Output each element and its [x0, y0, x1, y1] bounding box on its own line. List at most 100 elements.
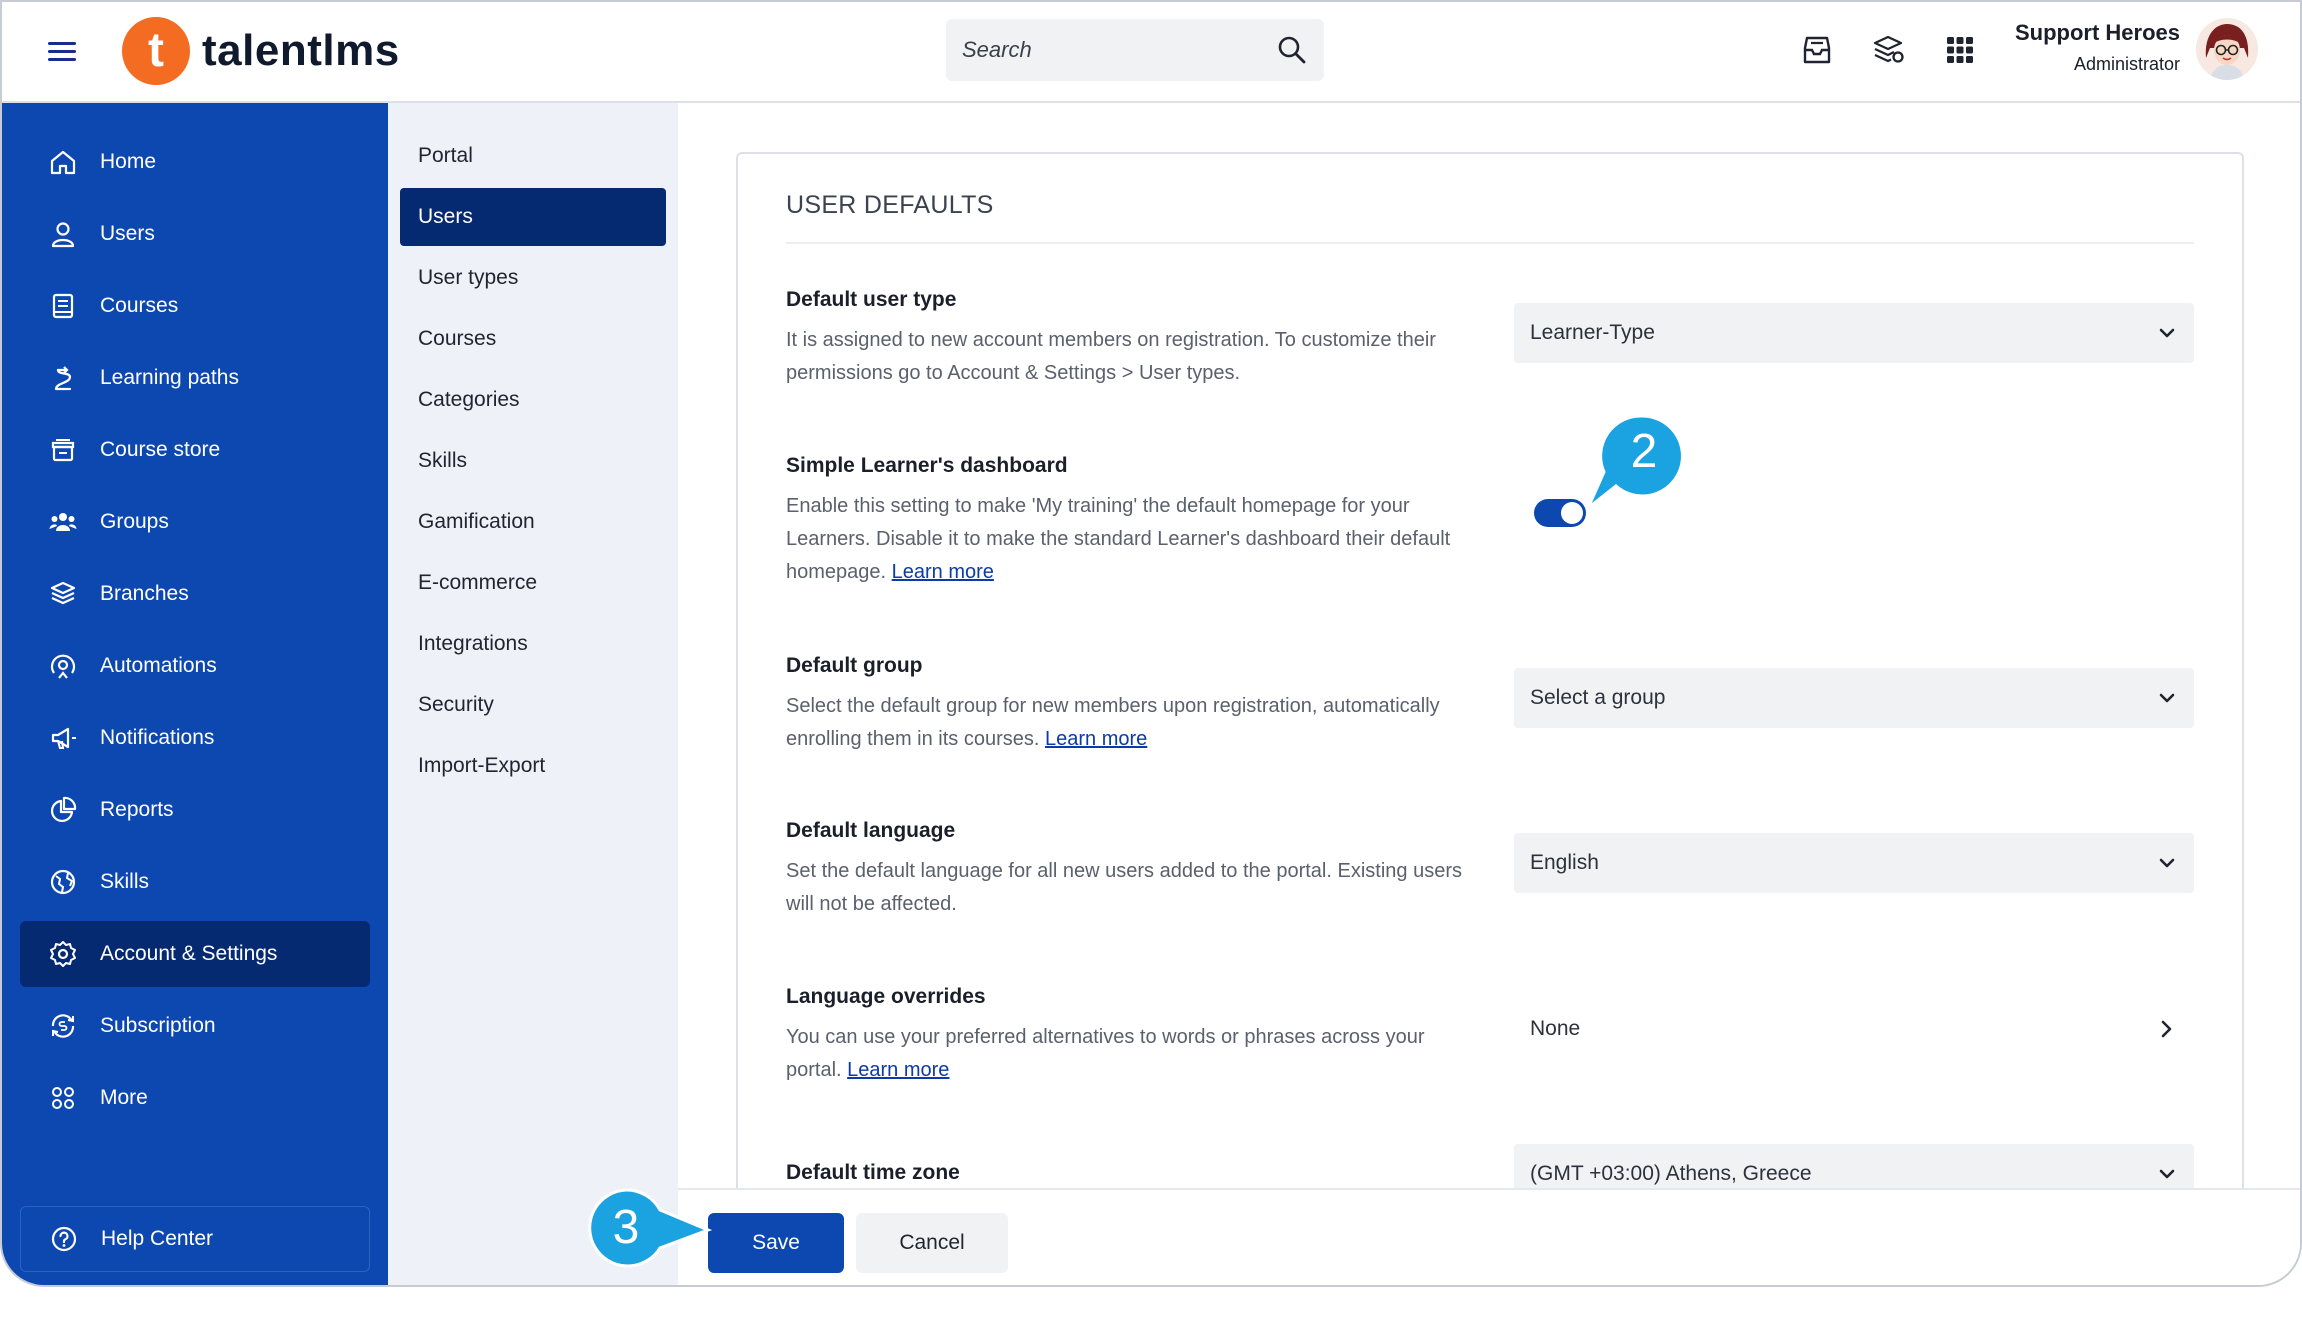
brand-logo[interactable]: t talentlms — [122, 16, 400, 86]
sidebar-item-label: Groups — [100, 510, 169, 533]
submenu-item-skills[interactable]: Skills — [400, 432, 666, 490]
setting-simple-learner-dashboard: Simple Learner's dashboard Enable this s… — [786, 454, 1476, 589]
layers-icon — [50, 581, 76, 605]
sidebar-item-label: Home — [100, 150, 157, 173]
toggle-knob — [1561, 502, 1583, 524]
home-icon — [50, 150, 76, 175]
language-overrides-row[interactable]: None — [1514, 999, 2194, 1059]
submenu-item-courses[interactable]: Courses — [400, 310, 666, 368]
step-2-number: 2 — [1630, 425, 1658, 478]
sidebar-item-automations[interactable]: Automations — [20, 633, 370, 699]
submenu-item-user-types[interactable]: User types — [400, 249, 666, 307]
search-input[interactable] — [962, 37, 1276, 63]
globe-icon — [50, 869, 76, 895]
select-value: English — [1530, 851, 1599, 874]
user-icon — [51, 222, 75, 248]
learn-more-link[interactable]: Learn more — [1045, 728, 1147, 750]
sidebar-item-users[interactable]: Users — [20, 201, 370, 267]
megaphone-icon — [51, 727, 76, 749]
setting-description: You can use your preferred alternatives … — [786, 1021, 1476, 1087]
sidebar-item-course-store[interactable]: Course store — [20, 417, 370, 483]
sidebar-item-label: Courses — [100, 294, 179, 317]
search-box[interactable] — [946, 19, 1324, 81]
submenu-item-e-commerce[interactable]: E-commerce — [400, 554, 666, 612]
submenu-item-gamification[interactable]: Gamification — [400, 493, 666, 551]
pie-chart-icon — [50, 796, 77, 823]
grid-dots-icon — [52, 1087, 74, 1109]
sidebar-item-more[interactable]: More — [20, 1065, 370, 1131]
simple-dashboard-toggle[interactable] — [1534, 499, 1586, 527]
submenu-item-integrations[interactable]: Integrations — [400, 615, 666, 673]
chevron-down-icon — [2159, 1169, 2175, 1179]
store-icon — [51, 439, 75, 462]
submenu-item-portal[interactable]: Portal — [400, 127, 666, 185]
form-actions-bar: Save Cancel — [678, 1188, 2300, 1285]
sidebar-item-label: Account & Settings — [100, 942, 278, 965]
setting-title: Default group — [786, 654, 923, 677]
divider — [786, 242, 2194, 244]
save-button[interactable]: Save — [708, 1213, 844, 1273]
user-info[interactable]: Support Heroes Administrator — [2015, 20, 2180, 75]
cancel-button[interactable]: Cancel — [856, 1213, 1008, 1273]
path-icon — [54, 366, 72, 391]
default-language-select[interactable]: English — [1514, 833, 2194, 893]
setting-title: Language overrides — [786, 985, 986, 1008]
sidebar-item-learning-paths[interactable]: Learning paths — [20, 345, 370, 411]
sidebar: Home Users Courses Learning paths Course… — [2, 103, 388, 1285]
sidebar-item-reports[interactable]: Reports — [20, 777, 370, 843]
submenu-item-categories[interactable]: Categories — [400, 371, 666, 429]
sidebar-item-label: Automations — [100, 654, 217, 677]
sidebar-item-courses[interactable]: Courses — [20, 273, 370, 339]
chevron-down-icon — [2159, 693, 2175, 703]
submenu-item-import-export[interactable]: Import-Export — [400, 737, 666, 795]
setting-title: Simple Learner's dashboard — [786, 454, 1068, 477]
groups-icon — [49, 513, 77, 531]
setting-description: It is assigned to new account members on… — [786, 329, 1436, 384]
select-value: Select a group — [1530, 686, 1666, 709]
sidebar-item-subscription[interactable]: Subscription — [20, 993, 370, 1059]
submenu-item-security[interactable]: Security — [400, 676, 666, 734]
help-circle-icon — [51, 1226, 77, 1252]
sidebar-item-home[interactable]: Home — [20, 129, 370, 195]
submenu-item-users[interactable]: Users — [400, 188, 666, 246]
setting-language-overrides: Language overrides You can use your pref… — [786, 985, 1476, 1087]
automation-icon — [50, 654, 76, 679]
chevron-right-icon — [2161, 1020, 2172, 1038]
sidebar-item-groups[interactable]: Groups — [20, 489, 370, 555]
sidebar-item-skills[interactable]: Skills — [20, 849, 370, 915]
sidebar-item-label: Skills — [100, 870, 150, 893]
gear-icon — [50, 941, 76, 967]
help-center-label: Help Center — [101, 1227, 214, 1250]
apps-grid-icon[interactable] — [1942, 32, 1978, 68]
setting-description-text: Enable this setting to make 'My training… — [786, 495, 1451, 583]
setting-default-time-zone: Default time zone — [786, 1161, 1476, 1185]
settings-submenu: Portal Users User types Courses Categori… — [388, 103, 678, 1285]
default-user-type-select[interactable]: Learner-Type — [1514, 303, 2194, 363]
sidebar-item-label: Course store — [100, 438, 221, 461]
learn-more-link[interactable]: Learn more — [847, 1059, 949, 1081]
main-content: USER DEFAULTS Default user type It is as… — [678, 103, 2300, 1188]
step-3-callout: 3 — [586, 1188, 713, 1268]
sidebar-item-branches[interactable]: Branches — [20, 561, 370, 627]
sidebar-item-label: More — [100, 1086, 148, 1109]
default-timezone-select[interactable]: (GMT +03:00) Athens, Greece — [1514, 1144, 2194, 1188]
sidebar-item-label: Notifications — [100, 726, 215, 749]
default-group-select[interactable]: Select a group — [1514, 668, 2194, 728]
select-value: Learner-Type — [1530, 321, 1655, 344]
sidebar-item-label: Learning paths — [100, 366, 239, 389]
search-icon[interactable] — [1276, 34, 1308, 66]
avatar[interactable] — [2196, 18, 2258, 80]
setting-description: Enable this setting to make 'My training… — [786, 490, 1476, 589]
section-title: USER DEFAULTS — [786, 191, 994, 219]
setting-title: Default user type — [786, 288, 957, 311]
menu-icon[interactable] — [48, 38, 78, 66]
subscription-icon — [51, 1014, 75, 1038]
layers-settings-icon[interactable] — [1870, 32, 1906, 68]
inbox-icon[interactable] — [1799, 32, 1835, 68]
sidebar-item-notifications[interactable]: Notifications — [20, 705, 370, 771]
help-center-button[interactable]: Help Center — [20, 1206, 370, 1272]
sidebar-item-label: Reports — [100, 798, 174, 821]
sidebar-item-account-settings[interactable]: Account & Settings — [20, 921, 370, 987]
user-defaults-card: USER DEFAULTS Default user type It is as… — [736, 152, 2244, 1188]
learn-more-link[interactable]: Learn more — [892, 561, 994, 583]
